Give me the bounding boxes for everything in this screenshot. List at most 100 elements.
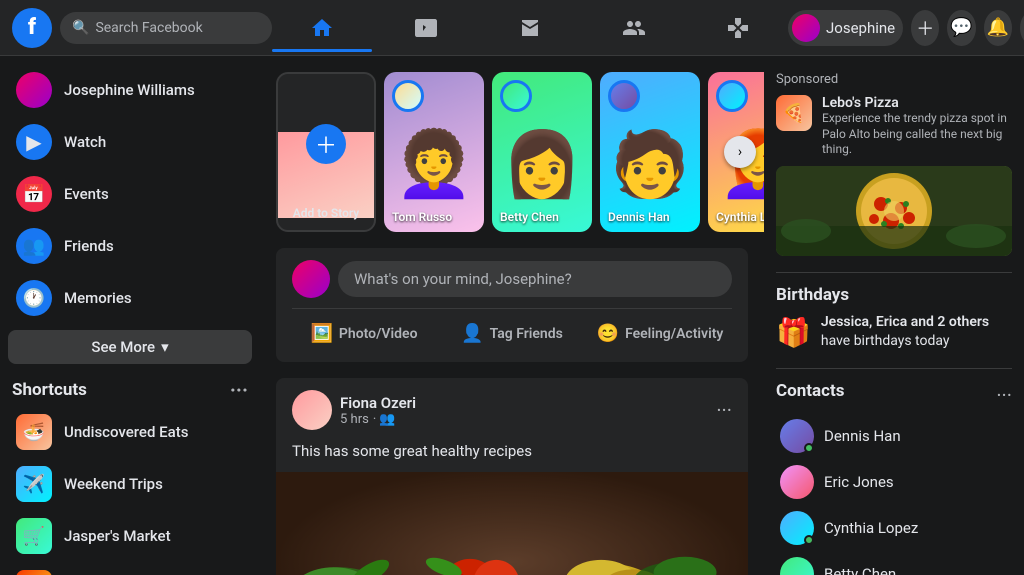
sidebar-item-josephine[interactable]: Josephine Williams (4, 64, 256, 116)
nav-watch-button[interactable] (376, 4, 476, 52)
undiscovered-eats-label: Undiscovered Eats (64, 423, 188, 441)
shortcuts-options-icon[interactable]: ··· (230, 378, 248, 402)
sponsor-info: Lebo's Pizza Experience the trendy pizza… (822, 95, 1012, 158)
contact-avatar-cynthia (780, 511, 814, 545)
nav-groups-button[interactable] (584, 4, 684, 52)
sidebar-item-events[interactable]: 📅 Events (4, 168, 256, 220)
sponsor-name[interactable]: Lebo's Pizza (822, 95, 1012, 111)
user-avatar-small (792, 14, 820, 42)
story-name-tom: Tom Russo (392, 210, 476, 224)
birthday-icon: 🎁 (776, 316, 811, 349)
user-profile-chip[interactable]: Josephine (788, 10, 903, 46)
notifications-button[interactable]: 🔔 (984, 10, 1012, 46)
nav-gaming-button[interactable] (688, 4, 788, 52)
sponsor-image[interactable] (776, 166, 1012, 256)
weekend-trips-icon: ✈️ (16, 466, 52, 502)
contact-name-cynthia: Cynthia Lopez (824, 519, 918, 537)
post-header: Fiona Ozeri 5 hrs · 👥 ··· (276, 378, 748, 442)
chevron-down-icon: ▾ (161, 338, 169, 356)
story-avatar-tom (392, 80, 424, 112)
nav-center (272, 4, 788, 52)
memories-icon: 🕐 (16, 280, 52, 316)
post-author-name: Fiona Ozeri (340, 394, 708, 412)
post-author-avatar[interactable] (292, 390, 332, 430)
search-input[interactable]: Search Facebook (95, 20, 202, 36)
birthdays-title: Birthdays (776, 285, 1012, 305)
post-image-svg (276, 472, 748, 575)
sidebar-item-undiscovered-eats[interactable]: 🍜 Undiscovered Eats (4, 406, 256, 458)
messenger-button[interactable]: 💬 (947, 10, 975, 46)
sidebar-item-jaspers-market[interactable]: 🛒 Jasper's Market (4, 510, 256, 562)
sidebar-item-weekend-trips[interactable]: ✈️ Weekend Trips (4, 458, 256, 510)
feeling-activity-button[interactable]: 😊 Feeling/Activity (588, 317, 732, 350)
sponsor-logo: 🍕 (776, 95, 812, 131)
sidebar-item-watch[interactable]: ▶ Watch (4, 116, 256, 168)
contact-item-eric[interactable]: Eric Jones (776, 459, 1012, 505)
menu-button[interactable]: ▾ (1020, 10, 1024, 46)
story-name-dennis: Dennis Han (608, 210, 692, 224)
contact-avatar-dennis (780, 419, 814, 453)
sidebar-item-friends[interactable]: 👥 Friends (4, 220, 256, 272)
tag-friends-label: Tag Friends (490, 326, 563, 342)
photo-video-label: Photo/Video (339, 326, 418, 342)
sidebar-user-avatar (16, 72, 52, 108)
nav-marketplace-button[interactable] (480, 4, 580, 52)
sidebar-friends-label: Friends (64, 237, 114, 255)
add-story-label: Add to Story (278, 206, 374, 220)
story-betty-chen[interactable]: 👩 Betty Chen (492, 72, 592, 232)
stories-row: ＋ Add to Story 👩‍🦱 Tom Russo 👩 Betty Che… (276, 72, 748, 232)
post-text: This has some great healthy recipes (276, 442, 748, 472)
facebook-logo[interactable]: f (12, 8, 52, 48)
news-feed: ＋ Add to Story 👩‍🦱 Tom Russo 👩 Betty Che… (260, 56, 764, 575)
sponsor-desc: Experience the trendy pizza spot in Palo… (822, 111, 1012, 158)
create-post-top: What's on your mind, Josephine? (292, 260, 732, 298)
add-story-card[interactable]: ＋ Add to Story (276, 72, 376, 232)
sidebar-memories-label: Memories (64, 289, 132, 307)
contact-item-betty[interactable]: Betty Chen (776, 551, 1012, 575)
post-time-value: 5 hrs (340, 412, 369, 427)
contacts-header: Contacts ··· (776, 381, 1012, 409)
search-icon: 🔍 (72, 20, 89, 36)
stories-next-button[interactable]: › (724, 136, 756, 168)
birthday-section: Birthdays 🎁 Jessica, Erica and 2 others … (776, 285, 1012, 352)
tag-friends-button[interactable]: 👤 Tag Friends (440, 317, 584, 350)
story-avatar-betty (500, 80, 532, 112)
sidebar-watch-label: Watch (64, 133, 106, 151)
jaspers-market-icon: 🛒 (16, 518, 52, 554)
add-button[interactable]: ＋ (911, 10, 939, 46)
contact-avatar-betty (780, 557, 814, 575)
contact-name-dennis: Dennis Han (824, 427, 901, 445)
story-avatar-cynthia (716, 80, 748, 112)
feeling-icon: 😊 (597, 323, 619, 344)
weekend-trips-label: Weekend Trips (64, 475, 163, 493)
story-dennis-han[interactable]: 🧑 Dennis Han (600, 72, 700, 232)
contact-name-eric: Eric Jones (824, 473, 894, 491)
post-options-button[interactable]: ··· (716, 398, 732, 422)
photo-icon: 🖼️ (311, 323, 333, 344)
story-avatar-dennis (608, 80, 640, 112)
sponsor-item: 🍕 Lebo's Pizza Experience the trendy piz… (776, 95, 1012, 158)
post-image (276, 472, 748, 575)
sponsored-label: Sponsored (776, 72, 1012, 87)
birthday-names: Jessica, Erica and 2 others (821, 314, 989, 330)
contacts-section: Contacts ··· Dennis Han Eric Jones Cynth… (776, 381, 1012, 575)
create-post-input[interactable]: What's on your mind, Josephine? (338, 261, 732, 297)
contact-item-cynthia[interactable]: Cynthia Lopez (776, 505, 1012, 551)
contacts-title: Contacts (776, 381, 844, 401)
see-more-button[interactable]: See More ▾ (8, 330, 252, 364)
sidebar-item-memories[interactable]: 🕐 Memories (4, 272, 256, 324)
search-bar[interactable]: 🔍 Search Facebook (60, 12, 272, 44)
photo-video-button[interactable]: 🖼️ Photo/Video (292, 317, 436, 350)
sidebar-item-red-table-talk[interactable]: 🔴 Red Table Talk Group (4, 562, 256, 575)
contacts-options-icon[interactable]: ··· (996, 383, 1012, 407)
undiscovered-eats-icon: 🍜 (16, 414, 52, 450)
contact-name-betty: Betty Chen (824, 565, 896, 575)
sidebar-events-label: Events (64, 185, 109, 203)
birthday-suffix: have birthdays today (821, 333, 950, 349)
contact-item-dennis[interactable]: Dennis Han (776, 413, 1012, 459)
top-navigation: f 🔍 Search Facebook Josephine ＋ 💬 🔔 ▾ (0, 0, 1024, 56)
nav-home-button[interactable] (272, 4, 372, 52)
online-status-cynthia (804, 535, 814, 545)
story-tom-russo[interactable]: 👩‍🦱 Tom Russo (384, 72, 484, 232)
main-layout: Josephine Williams ▶ Watch 📅 Events 👥 Fr… (0, 56, 1024, 575)
